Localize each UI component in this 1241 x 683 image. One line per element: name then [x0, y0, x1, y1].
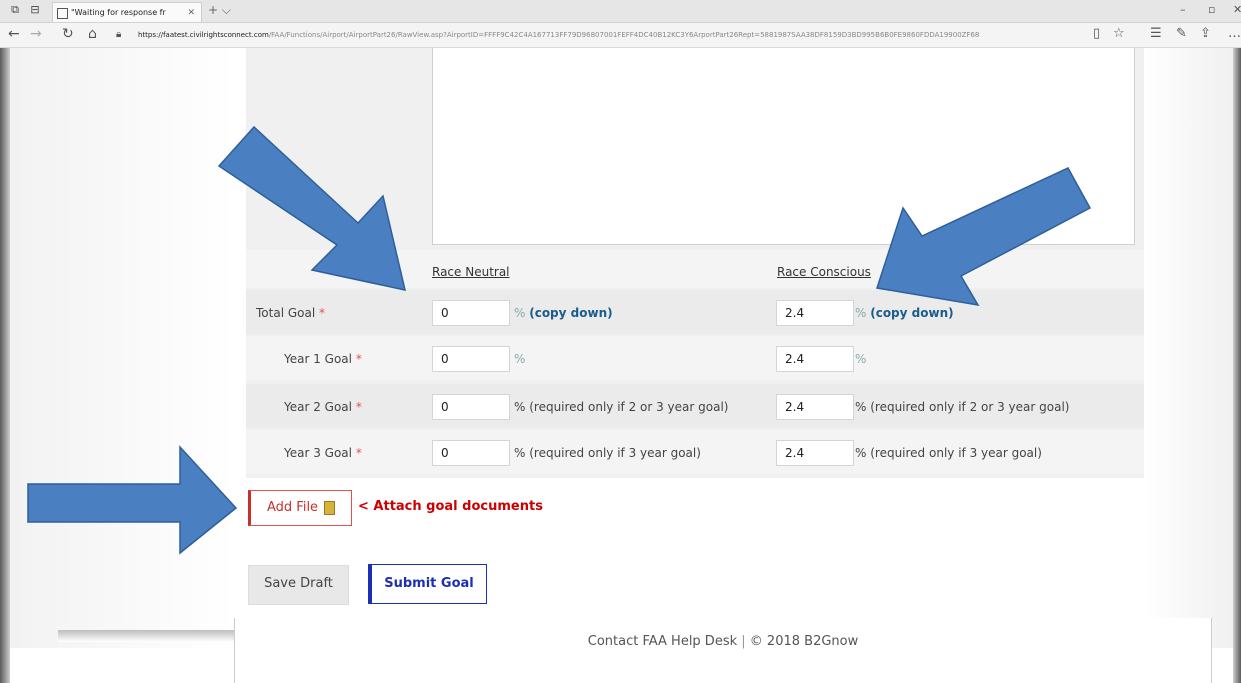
annotation-arrows — [27, 125, 1092, 555]
arrow-to-add-file — [27, 445, 238, 555]
arrow-to-race-conscious — [876, 167, 1092, 307]
arrow-to-race-neutral — [217, 125, 407, 291]
